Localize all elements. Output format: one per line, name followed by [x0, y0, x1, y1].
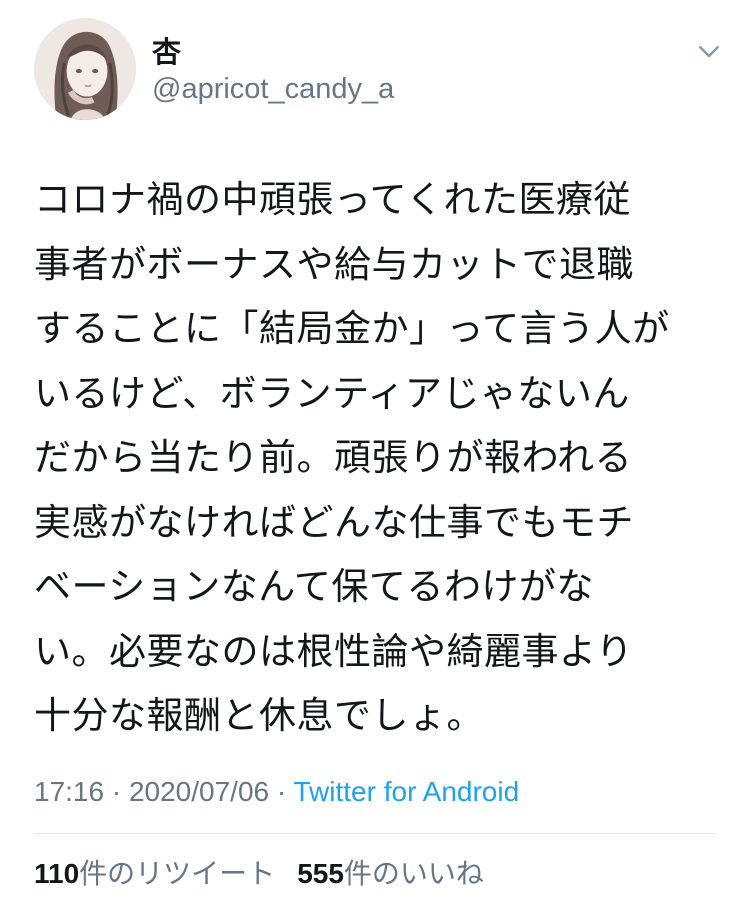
retweet-label: 件のリツイート	[79, 857, 276, 890]
retweet-count: 110	[34, 858, 80, 889]
meta-separator: ·	[269, 776, 294, 807]
meta-separator: ·	[104, 776, 129, 807]
chevron-down-icon[interactable]	[694, 36, 724, 66]
avatar[interactable]	[34, 18, 136, 120]
tweet-text: コロナ禍の中頑張ってくれた医療従 事者がボーナスや給与カットで退職 することに「…	[34, 178, 670, 737]
likes-stat[interactable]: 555件のいいね	[297, 857, 484, 890]
avatar-illustration	[34, 18, 136, 120]
retweets-stat[interactable]: 110件のリツイート	[34, 857, 275, 890]
tweet-stats: 110件のリツイート 555件のいいね	[34, 856, 484, 892]
tweet-detail: 杏 @apricot_candy_a コロナ禍の中頑張ってくれた医療従 事者がボ…	[0, 0, 750, 899]
divider	[34, 833, 716, 834]
like-count: 555	[297, 858, 344, 889]
display-name[interactable]: 杏	[152, 36, 181, 68]
tweet-date[interactable]: 2020/07/06	[129, 776, 269, 807]
tweet-meta: 17:16 · 2020/07/06 · Twitter for Android	[34, 774, 519, 810]
tweet-source-link[interactable]: Twitter for Android	[294, 776, 520, 807]
user-handle[interactable]: @apricot_candy_a	[152, 72, 394, 106]
tweet-time[interactable]: 17:16	[34, 776, 104, 807]
like-label: 件のいいね	[343, 857, 484, 890]
